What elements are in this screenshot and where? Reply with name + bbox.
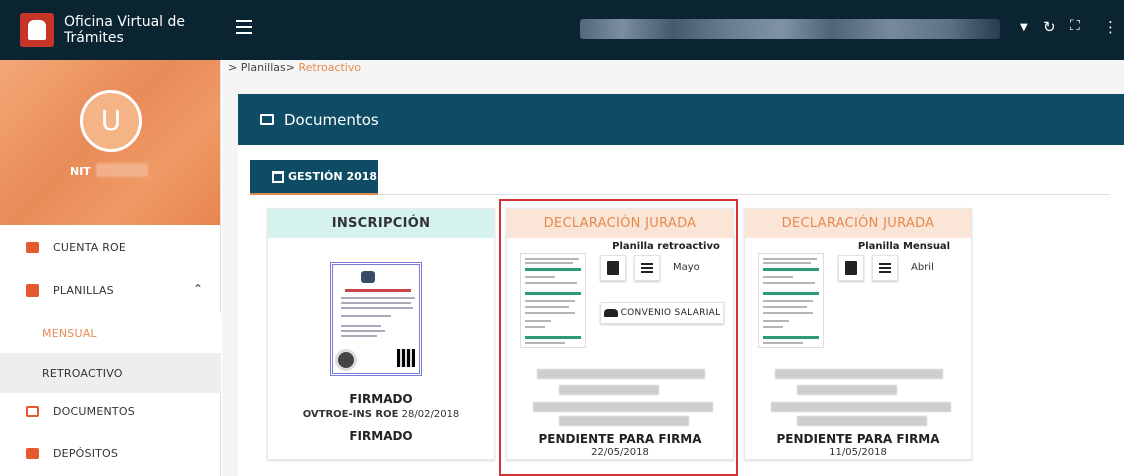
status-label: PENDIENTE PARA FIRMA [776,432,940,446]
sidebar-item-label: DOCUMENTOS [53,404,135,418]
sidebar-item-depositos[interactable]: DEPÓSITOS [0,433,221,473]
status-label: FIRMADO [349,392,413,406]
pdf-icon [845,261,857,275]
qr-code-icon [397,349,415,367]
sidebar-item-label: RETROACTIVO [42,366,123,380]
account-card-icon [26,241,39,253]
redacted-text [559,416,689,426]
medal-icon [335,349,357,371]
card-declaracion-retroactivo: DECLARACIÓN JURADA Planilla retroactivo … [506,208,734,460]
caret-down-icon[interactable]: ▼ [1020,22,1028,33]
card-header: INSCRIPCIÓN [268,209,494,238]
redacted-text [537,369,705,379]
convenio-label: CONVENIO SALARIAL [620,308,721,318]
tab-gestion-2018[interactable]: GESTIÓN 2018 [250,160,378,195]
calendar-icon [272,170,284,183]
nit-label: NIT [70,165,91,178]
inscription-code: OVTROE-INS ROE 28/02/2018 [268,409,494,420]
redacted-text [559,385,659,395]
convenio-salarial-button[interactable]: CONVENIO SALARIAL [600,302,724,324]
pdf-button[interactable] [838,255,864,281]
document-thumbnail[interactable] [758,253,824,348]
sidebar: U NIT CUENTA ROE PLANILLAS ⌃ MENSUAL RET… [0,60,221,476]
panel-title: Documentos [284,110,379,129]
status-label: PENDIENTE PARA FIRMA [538,432,702,446]
list-icon [879,263,891,273]
panel-header: Documentos [238,94,1124,145]
redacted-text [775,369,943,379]
card-header: DECLARACIÓN JURADA [507,209,733,238]
user-info-redacted [580,19,1000,39]
month-label: Abril [911,262,934,273]
list-button[interactable] [872,255,898,281]
month-label: Mayo [673,262,700,273]
planilla-type: Planilla retroactivo [612,241,720,252]
app-logo-icon [20,13,54,47]
redacted-text [797,416,927,426]
profile-panel: U NIT [0,60,220,225]
sidebar-subitem-retroactivo[interactable]: RETROACTIVO [0,353,221,393]
pdf-button[interactable] [600,255,626,281]
documents-panel: Documentos GESTIÓN 2018 INSCRIPCIÓN FIRM [238,94,1124,476]
code-label: OVTROE-INS ROE [302,409,399,420]
redacted-text [771,402,951,412]
folder-icon [26,405,39,417]
sidebar-item-label: PLANILLAS [53,283,114,297]
brand: Oficina Virtual de Trámites [0,0,221,60]
date-label: 22/05/2018 [591,447,649,458]
list-icon [641,263,653,273]
sidebar-item-label: DEPÓSITOS [53,446,119,460]
card-declaracion-mensual: DECLARACIÓN JURADA Planilla Mensual Abri… [744,208,972,460]
fullscreen-icon[interactable]: ⛶ [1070,18,1080,34]
code-date: 28/02/2018 [401,409,460,420]
redacted-text [797,385,897,395]
breadcrumb-current: Retroactivo [298,61,362,74]
card-header: DECLARACIÓN JURADA [745,209,971,238]
planilla-type: Planilla Mensual [857,241,951,252]
clipboard-icon [26,283,39,297]
status-label: FIRMADO [349,429,413,443]
credit-card-icon [26,447,39,459]
sidebar-item-label: MENSUAL [42,326,97,340]
sidebar-item-documentos[interactable]: DOCUMENTOS [0,391,221,431]
list-button[interactable] [634,255,660,281]
group-icon [603,309,618,317]
document-thumbnail[interactable] [520,253,586,348]
avatar[interactable]: U [80,90,142,152]
pdf-icon [607,261,619,275]
sidebar-subitem-mensual[interactable]: MENSUAL [0,313,221,353]
sidebar-item-planillas[interactable]: PLANILLAS ⌃ [0,270,221,310]
card-inscripcion: INSCRIPCIÓN FIRMADO OVTROE-INS ROE 28/02… [267,208,495,460]
more-vert-icon[interactable]: ⋮ [1103,18,1118,36]
nit-value-redacted [96,163,148,177]
sidebar-item-label: CUENTA ROE [53,240,127,254]
breadcrumb: > Planillas> Retroactivo [228,61,361,74]
date-label: 11/05/2018 [829,447,887,458]
top-bar: Oficina Virtual de Trámites ▼ ↻ ⛶ ⋮ [0,0,1124,60]
redacted-text [533,402,713,412]
tabs-divider [250,194,1110,195]
breadcrumb-planillas[interactable]: Planillas [241,61,286,74]
app-title: Oficina Virtual de Trámites [64,14,186,46]
chevron-up-icon[interactable]: ⌃ [193,282,203,296]
menu-icon[interactable] [236,20,252,34]
sidebar-item-cuenta-roe[interactable]: CUENTA ROE [0,227,221,267]
certificate-thumbnail[interactable] [330,262,422,376]
breadcrumb-separator: > [228,61,238,74]
tab-label: GESTIÓN 2018 [288,170,378,183]
folder-icon [260,114,274,125]
refresh-icon[interactable]: ↻ [1043,18,1056,36]
breadcrumb-separator: > [285,61,295,74]
